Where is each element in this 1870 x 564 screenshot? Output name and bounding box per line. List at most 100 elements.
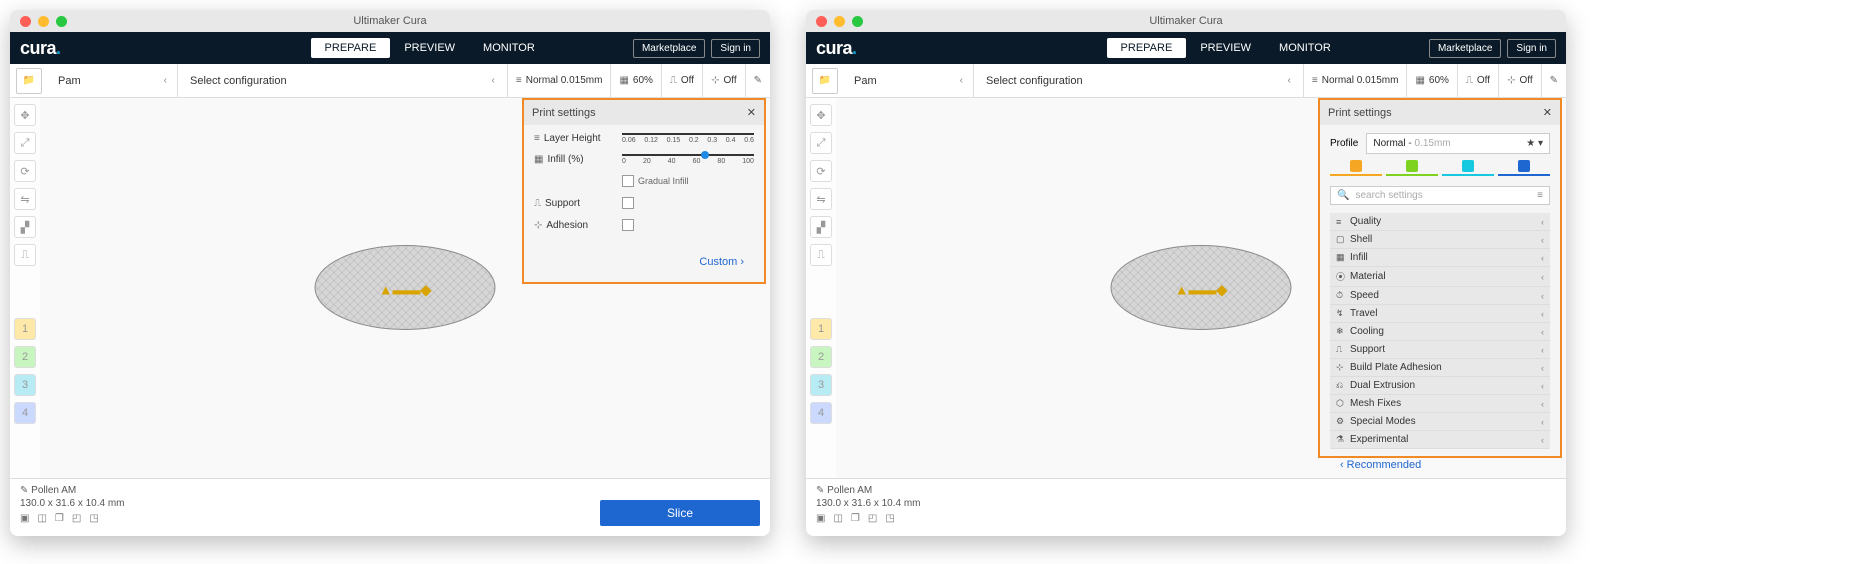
minimize-window-icon[interactable] — [834, 16, 845, 27]
support-tool-icon[interactable]: ⎍ — [14, 244, 36, 266]
rotate-tool-icon[interactable]: ⟳ — [810, 160, 832, 182]
quality-tab-3[interactable] — [1442, 158, 1494, 176]
close-panel-icon[interactable]: ✕ — [1543, 106, 1552, 119]
edit-icon[interactable]: ✎ — [1542, 64, 1566, 97]
support-chip[interactable]: ⎍Off — [662, 64, 703, 97]
zoom-window-icon[interactable] — [56, 16, 67, 27]
scale-tool-icon[interactable]: ⤢ — [14, 132, 36, 154]
view-solid-icon[interactable]: ▣ — [816, 513, 825, 524]
viewport-3d[interactable]: ▲▬▬◆ Print settings ✕ Profile Normal - 0… — [836, 98, 1566, 478]
infill-chip[interactable]: ▦60% — [1407, 64, 1457, 97]
view-layers-icon[interactable]: ❐ — [55, 513, 64, 524]
category-shell[interactable]: ▢Shell‹ — [1330, 231, 1550, 249]
recommended-button[interactable]: ‹Recommended — [1340, 459, 1421, 471]
zoom-window-icon[interactable] — [852, 16, 863, 27]
slice-button[interactable]: Slice — [600, 500, 760, 526]
gradual-infill-checkbox[interactable] — [622, 175, 634, 187]
adhesion-chip[interactable]: ⊹Off — [703, 64, 746, 97]
support-icon: ⎍ — [1466, 75, 1473, 86]
support-label: ⎍Support — [534, 198, 616, 209]
ext3-chip[interactable]: 3 — [810, 374, 832, 396]
layer-height-slider[interactable]: 0.060.120.150.20.30.40.6 — [622, 133, 754, 144]
scale-tool-icon[interactable]: ⤢ — [810, 132, 832, 154]
category-special[interactable]: ⚙Special Modes‹ — [1330, 413, 1550, 431]
profile-chip[interactable]: ≡Normal 0.015mm — [1304, 64, 1408, 97]
category-speed[interactable]: ⏱Speed‹ — [1330, 287, 1550, 305]
menu-icon[interactable]: ≡ — [1537, 190, 1543, 201]
mesh-tool-icon[interactable]: ▞ — [810, 216, 832, 238]
signin-button[interactable]: Sign in — [1507, 39, 1556, 58]
ext1-chip[interactable]: 1 — [810, 318, 832, 340]
profile-selector[interactable]: Normal - 0.15mm ★ ▾ — [1366, 133, 1550, 154]
view-solid-icon[interactable]: ▣ — [20, 513, 29, 524]
search-input[interactable]: 🔍 search settings ≡ — [1330, 186, 1550, 205]
category-quality[interactable]: ≡Quality‹ — [1330, 213, 1550, 231]
open-file-button[interactable]: 📁 — [16, 68, 42, 94]
tab-prepare[interactable]: PREPARE — [1107, 38, 1187, 58]
infill-chip[interactable]: ▦60% — [611, 64, 661, 97]
quality-tab-2[interactable] — [1386, 158, 1438, 176]
custom-button[interactable]: Custom› — [699, 256, 744, 268]
view-front-icon[interactable]: ◰ — [868, 513, 877, 524]
panel-title: Print settings — [532, 107, 596, 119]
view-layers-icon[interactable]: ❐ — [851, 513, 860, 524]
category-adhesion[interactable]: ⊹Build Plate Adhesion‹ — [1330, 359, 1550, 377]
configbar: 📁 Pam‹ Select configuration‹ ≡Normal 0.0… — [10, 64, 770, 98]
view-iso-icon[interactable]: ◳ — [89, 513, 98, 524]
marketplace-button[interactable]: Marketplace — [1429, 39, 1501, 58]
category-infill[interactable]: ▦Infill‹ — [1330, 249, 1550, 267]
ext4-chip[interactable]: 4 — [14, 402, 36, 424]
view-front-icon[interactable]: ◰ — [72, 513, 81, 524]
adhesion-chip[interactable]: ⊹Off — [1499, 64, 1542, 97]
move-tool-icon[interactable]: ✥ — [14, 104, 36, 126]
minimize-window-icon[interactable] — [38, 16, 49, 27]
tab-monitor[interactable]: MONITOR — [1265, 38, 1345, 58]
printer-selector[interactable]: Pam‹ — [48, 64, 178, 97]
close-window-icon[interactable] — [20, 16, 31, 27]
close-window-icon[interactable] — [816, 16, 827, 27]
category-dual[interactable]: ⎌Dual Extrusion‹ — [1330, 377, 1550, 395]
ext3-chip[interactable]: 3 — [14, 374, 36, 396]
tab-monitor[interactable]: MONITOR — [469, 38, 549, 58]
profile-chip[interactable]: ≡Normal 0.015mm — [508, 64, 612, 97]
tab-preview[interactable]: PREVIEW — [1186, 38, 1265, 58]
view-xray-icon[interactable]: ◫ — [833, 513, 842, 524]
rotate-tool-icon[interactable]: ⟳ — [14, 160, 36, 182]
printer-selector[interactable]: Pam‹ — [844, 64, 974, 97]
config-selector[interactable]: Select configuration‹ — [974, 64, 1304, 97]
open-file-button[interactable]: 📁 — [812, 68, 838, 94]
mirror-tool-icon[interactable]: ⇋ — [810, 188, 832, 210]
move-tool-icon[interactable]: ✥ — [810, 104, 832, 126]
ext1-chip[interactable]: 1 — [14, 318, 36, 340]
category-cooling[interactable]: ❄Cooling‹ — [1330, 323, 1550, 341]
support-checkbox[interactable] — [622, 197, 634, 209]
category-meshfixes[interactable]: ⬡Mesh Fixes‹ — [1330, 395, 1550, 413]
signin-button[interactable]: Sign in — [711, 39, 760, 58]
marketplace-button[interactable]: Marketplace — [633, 39, 705, 58]
support-tool-icon[interactable]: ⎍ — [810, 244, 832, 266]
infill-slider[interactable]: 020406080100 — [622, 154, 754, 165]
quality-tab-4[interactable] — [1498, 158, 1550, 176]
ext4-chip[interactable]: 4 — [810, 402, 832, 424]
mesh-tool-icon[interactable]: ▞ — [14, 216, 36, 238]
footer: ✎ Pollen AM 130.0 x 31.6 x 10.4 mm ▣ ◫ ❐… — [10, 478, 770, 536]
category-experimental[interactable]: ⚗Experimental‹ — [1330, 431, 1550, 449]
viewport-3d[interactable]: ▲▬▬◆ Print settings ✕ ≡Layer Height 0.06… — [40, 98, 770, 478]
support-chip[interactable]: ⎍Off — [1458, 64, 1499, 97]
config-selector[interactable]: Select configuration‹ — [178, 64, 508, 97]
category-support[interactable]: ⎍Support‹ — [1330, 341, 1550, 359]
view-iso-icon[interactable]: ◳ — [885, 513, 894, 524]
mirror-tool-icon[interactable]: ⇋ — [14, 188, 36, 210]
tab-preview[interactable]: PREVIEW — [390, 38, 469, 58]
ext2-chip[interactable]: 2 — [810, 346, 832, 368]
view-xray-icon[interactable]: ◫ — [37, 513, 46, 524]
close-panel-icon[interactable]: ✕ — [747, 106, 756, 119]
ext2-chip[interactable]: 2 — [14, 346, 36, 368]
adhesion-checkbox[interactable] — [622, 219, 634, 231]
infill-icon: ▦ — [619, 75, 628, 86]
category-travel[interactable]: ↯Travel‹ — [1330, 305, 1550, 323]
edit-icon[interactable]: ✎ — [746, 64, 770, 97]
category-material[interactable]: ⦿Material‹ — [1330, 267, 1550, 287]
quality-tab-1[interactable] — [1330, 158, 1382, 176]
tab-prepare[interactable]: PREPARE — [311, 38, 391, 58]
